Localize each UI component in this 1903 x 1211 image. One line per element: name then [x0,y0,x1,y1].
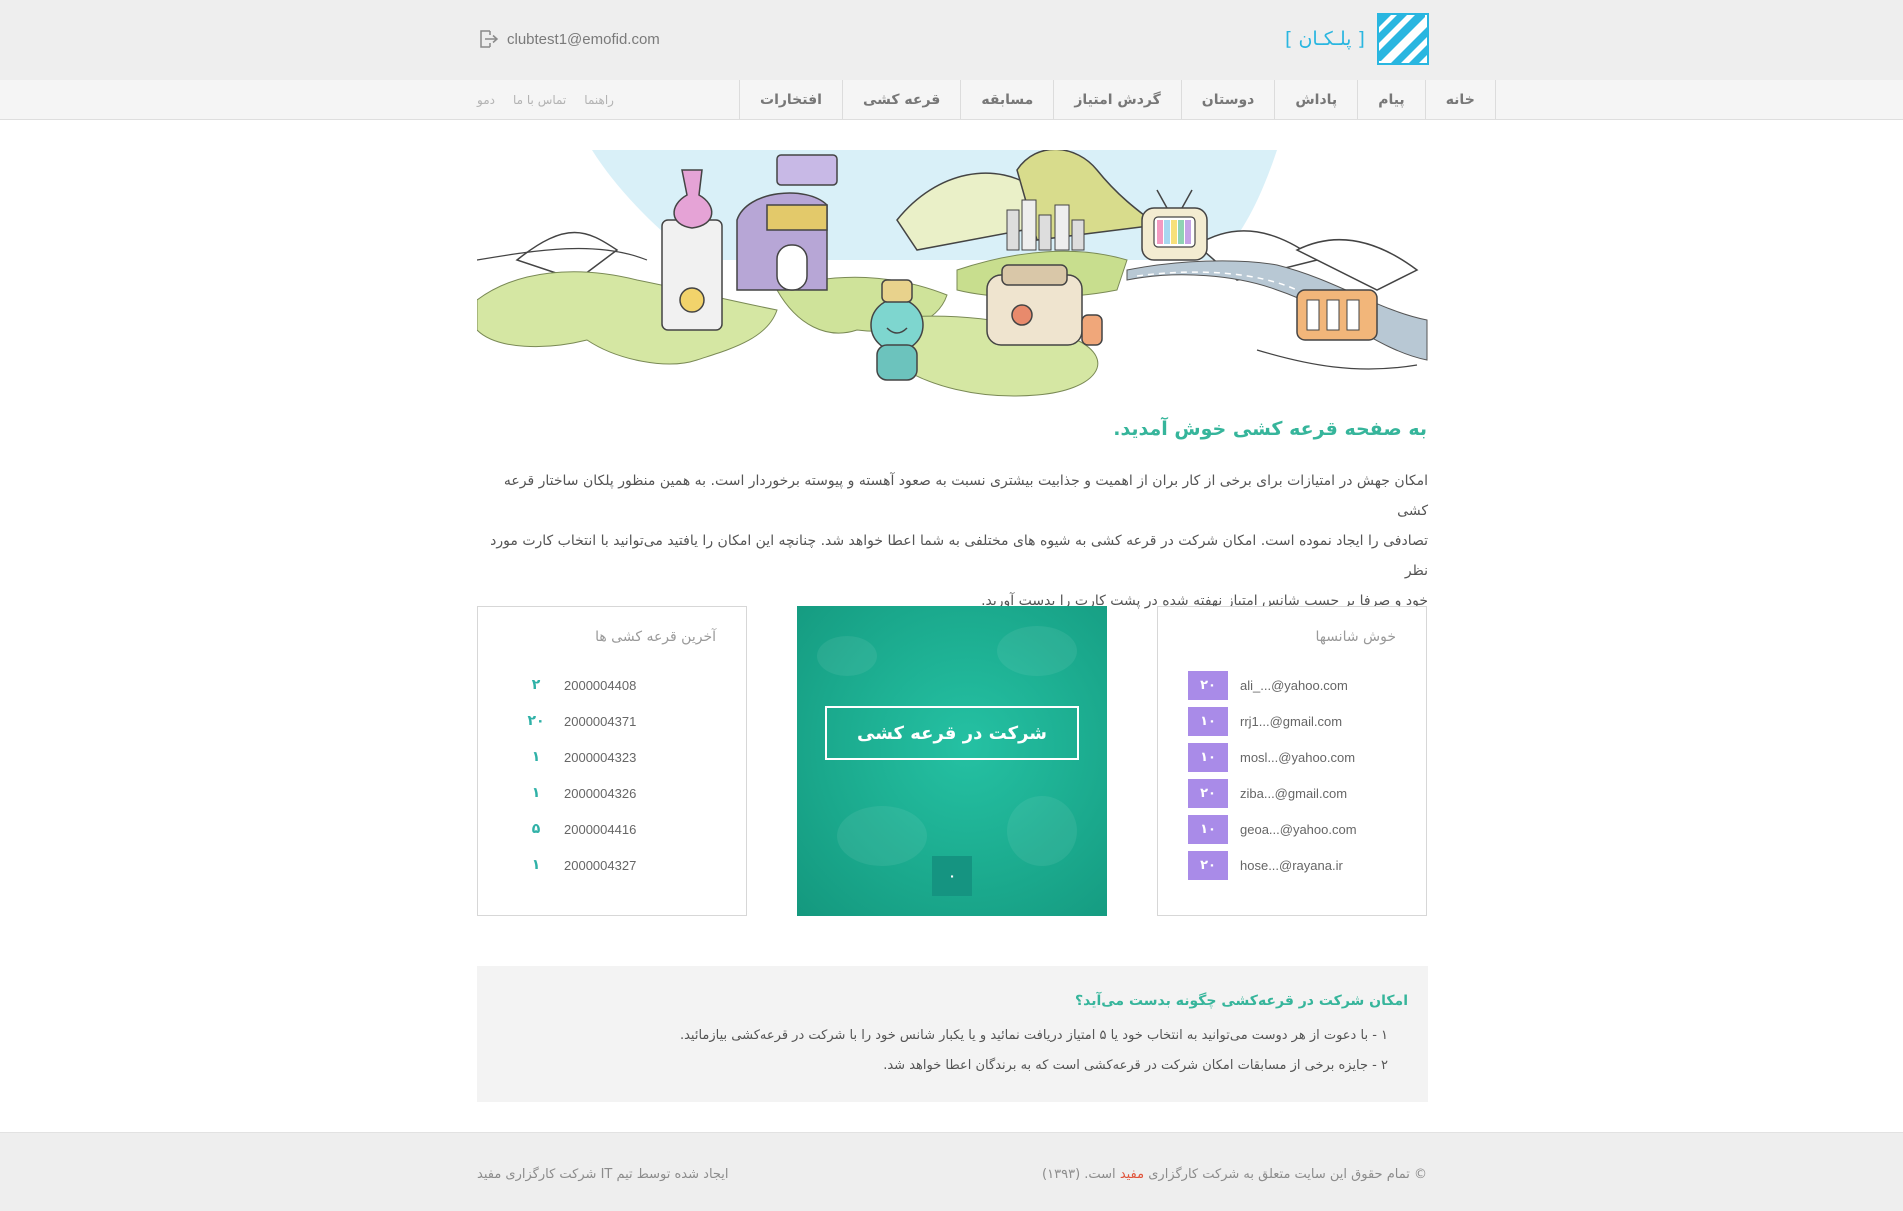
draw-id: 2000004408 [564,677,637,693]
user-email: clubtest1@emofid.com [507,30,660,48]
draw-points: ۱ [531,785,541,801]
nav-demo[interactable]: دمو [477,93,495,107]
copyright-suffix: است. (۱۳۹۳) [1042,1167,1116,1182]
welcome-title: به صفحه قرعه کشی خوش آمدید. [1113,418,1427,440]
nav-contact[interactable]: تماس با ما [513,93,566,107]
copyright-text: © تمام حقوق این سایت متعلق به شرکت کارگز… [1042,1167,1427,1182]
list-item: ۲ 2000004408 [522,670,682,700]
list-item: ۱۰ mosl...@yahoo.com [1188,742,1355,772]
nav-contest[interactable]: مسابقه [961,80,1055,119]
winner-email: ali_...@yahoo.com [1240,677,1348,693]
welcome-line: امکان جهش در امتیازات برای برخی از کار ب… [503,473,1428,519]
primary-menu: خانه پیام پاداش دوستان گردش امتیاز مسابق… [739,80,1496,119]
list-item: ۲۰ 2000004371 [522,706,682,736]
join-lottery-button[interactable]: شرکت در قرعه کشی [825,706,1079,760]
logout-icon[interactable] [477,28,499,50]
draw-id: 2000004323 [564,749,637,765]
points-badge: ۱۰ [1188,742,1228,772]
winner-email: geoa...@yahoo.com [1240,821,1357,837]
winner-email: mosl...@yahoo.com [1240,749,1356,765]
draw-points: ۵ [531,821,541,837]
credit-text: ایجاد شده توسط تیم IT شرکت کارگزاری مفید [477,1167,729,1182]
nav-messages[interactable]: پیام [1358,80,1426,119]
draw-points: ۲ [531,677,541,693]
texture-spot [1007,796,1077,866]
welcome-description: امکان جهش در امتیازات برای برخی از کار ب… [477,466,1428,616]
latest-draws-panel: آخرین قرعه کشی ها ۲ 2000004408 ۲۰ 200000… [477,606,747,916]
list-item: ۱۰ rrj1...@gmail.com [1188,706,1342,736]
nav-friends[interactable]: دوستان [1182,80,1276,119]
list-item: ۱ 2000004327 [522,850,682,880]
draw-id: 2000004371 [564,713,637,729]
list-item: ۲۰ hose...@rayana.ir [1188,850,1343,880]
stairs-logo-icon [1376,13,1429,65]
draw-points: ۱ [531,857,541,873]
winner-email: ziba...@gmail.com [1240,785,1348,801]
draw-id: 2000004416 [564,821,637,837]
brand-link[interactable]: مفید [1120,1167,1144,1182]
panel-title: آخرین قرعه کشی ها [595,629,716,645]
list-item: ۱ 2000004326 [522,778,682,808]
list-item: ۵ 2000004416 [522,814,682,844]
nav-lottery[interactable]: قرعه کشی [843,80,962,119]
user-account[interactable]: clubtest1@emofid.com [477,28,660,50]
lottery-card: شرکت در قرعه کشی ۰ [797,606,1107,916]
panel-title: خوش شانسها [1315,629,1396,645]
how-to-title: امکان شرکت در قرعه‌کشی چگونه بدست می‌آید… [1074,993,1408,1009]
chances-counter: ۰ [932,856,972,896]
hero-illustration [477,150,1428,397]
site-header: clubtest1@emofid.com [ پلـکـان ] [0,0,1903,80]
list-item: ۲۰ ziba...@gmail.com [1188,778,1347,808]
copyright-prefix: © تمام حقوق این سایت متعلق به شرکت کارگز… [1148,1167,1427,1182]
points-badge: ۲۰ [1188,850,1228,880]
draw-points: ۲۰ [527,713,545,729]
points-badge: ۲۰ [1188,778,1228,808]
draw-points: ۱ [531,749,541,765]
nav-rewards[interactable]: پاداش [1275,80,1359,119]
list-item: ۱ 2000004323 [522,742,682,772]
nav-home[interactable]: خانه [1426,80,1496,119]
texture-spot [997,626,1077,676]
draw-id: 2000004327 [564,857,637,873]
site-footer: © تمام حقوق این سایت متعلق به شرکت کارگز… [0,1132,1903,1211]
how-to-participate-box: امکان شرکت در قرعه‌کشی چگونه بدست می‌آید… [477,966,1428,1102]
points-badge: ۲۰ [1188,670,1228,700]
logo-text: [ پلـکـان ] [1285,28,1365,50]
lucky-winners-panel: خوش شانسها ۲۰ ali_...@yahoo.com ۱۰ rrj1.… [1157,606,1427,916]
nav-honors[interactable]: افتخارات [740,80,843,119]
site-logo[interactable]: [ پلـکـان ] [1285,13,1429,65]
how-to-line: ۱ - با دعوت از هر دوست می‌توانید به انتخ… [679,1028,1388,1043]
texture-spot [817,636,877,676]
how-to-line: ۲ - جایزه برخی از مسابقات امکان شرکت در … [883,1058,1388,1073]
draw-id: 2000004326 [564,785,637,801]
list-item: ۲۰ ali_...@yahoo.com [1188,670,1348,700]
nav-help[interactable]: راهنما [584,93,614,107]
winner-email: rrj1...@gmail.com [1240,713,1343,729]
points-badge: ۱۰ [1188,814,1228,844]
points-badge: ۱۰ [1188,706,1228,736]
winner-email: hose...@rayana.ir [1240,857,1343,873]
main-navigation: خانه پیام پاداش دوستان گردش امتیاز مسابق… [0,80,1903,120]
texture-spot [837,806,927,866]
list-item: ۱۰ geoa...@yahoo.com [1188,814,1357,844]
nav-points-history[interactable]: گردش امتیاز [1054,80,1182,119]
secondary-menu: راهنما تماس با ما دمو [477,80,614,119]
welcome-line: تصادفی را ایجاد نموده است. امکان شرکت در… [490,533,1428,579]
